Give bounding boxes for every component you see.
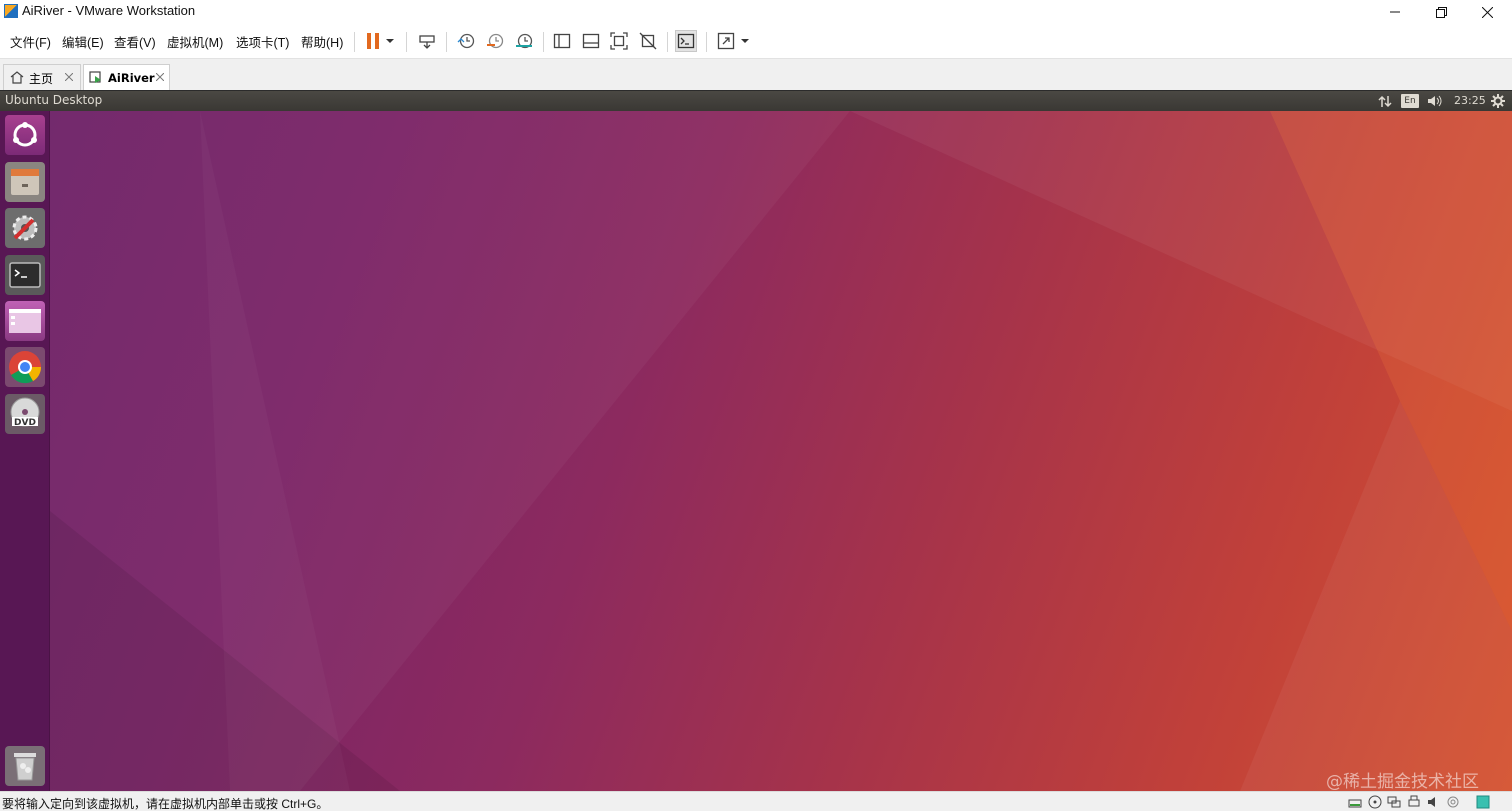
tab-home[interactable]: 主页: [3, 64, 81, 90]
window-title: AiRiver - VMware Workstation: [22, 3, 196, 18]
console-icon: [677, 33, 695, 49]
snapshot-manager-button[interactable]: [513, 30, 535, 52]
printer-icon[interactable]: [1407, 795, 1421, 809]
trash-icon: [14, 753, 36, 781]
pause-icon: [367, 33, 379, 49]
clock[interactable]: 23:25: [1454, 94, 1486, 107]
ubuntu-launcher: DVD: [0, 111, 50, 791]
ubuntu-panel-title: Ubuntu Desktop: [5, 93, 103, 107]
menu-help[interactable]: 帮助(H): [301, 32, 343, 51]
full-screen-button[interactable]: [608, 30, 630, 52]
toolbar-separator: [354, 32, 355, 52]
vmware-app-icon: [4, 4, 18, 18]
wallpaper-facets: [50, 111, 1512, 791]
files-icon: [11, 169, 39, 195]
restore-icon: [1435, 6, 1447, 18]
snapshot-button[interactable]: [455, 30, 477, 52]
dvd-icon: DVD: [10, 397, 40, 428]
menu-file[interactable]: 文件(F): [10, 32, 51, 51]
revert-snapshot-icon: [487, 33, 504, 49]
hard-disk-icon[interactable]: [1348, 795, 1362, 809]
send-ctrl-alt-del-button[interactable]: [416, 30, 438, 52]
software-icon: [9, 309, 41, 333]
status-bar: 要将输入定向到该虚拟机，请在虚拟机内部单击或按 Ctrl+G。: [0, 791, 1512, 811]
restore-button[interactable]: [1418, 0, 1464, 24]
vm-tab-icon: [89, 71, 101, 83]
power-dropdown[interactable]: [383, 30, 397, 52]
ubuntu-dash-icon: [13, 122, 37, 147]
stretch-icon: [717, 32, 735, 50]
unity-mode-icon: [639, 32, 657, 50]
minimize-icon: [1390, 11, 1400, 13]
toolbar-separator: [706, 32, 707, 52]
tab-airiver[interactable]: AiRiver: [83, 64, 170, 90]
status-message: 要将输入定向到该虚拟机，请在虚拟机内部单击或按 Ctrl+G。: [2, 797, 329, 811]
stretch-dropdown[interactable]: [739, 30, 751, 52]
toolbar-separator: [406, 32, 407, 52]
chrome-icon: [9, 351, 42, 384]
toolbar-separator: [446, 32, 447, 52]
volume-icon[interactable]: [1427, 95, 1443, 107]
stretch-view-button[interactable]: [715, 30, 737, 52]
ubuntu-top-panel: Ubuntu Desktop En 23:25: [0, 91, 1512, 111]
close-tab-icon[interactable]: [156, 73, 164, 81]
snapshot-clock-icon: [457, 33, 475, 49]
launcher-software[interactable]: [5, 301, 45, 341]
toolbar-separator: [543, 32, 544, 52]
terminal-icon: [9, 262, 41, 288]
show-library-button[interactable]: [551, 30, 573, 52]
menu-toolbar: 文件(F) 编辑(E) 查看(V) 虚拟机(M) 选项卡(T) 帮助(H): [0, 24, 1512, 58]
gear-icon[interactable]: [1491, 94, 1505, 108]
home-icon: [10, 71, 24, 84]
tab-label: 主页: [29, 72, 54, 86]
tab-label: AiRiver: [108, 71, 155, 85]
menu-edit[interactable]: 编辑(E): [62, 32, 104, 51]
launcher-trash[interactable]: [5, 746, 45, 786]
system-settings-icon: [12, 215, 38, 241]
launcher-system-settings[interactable]: [5, 208, 45, 248]
network-icon[interactable]: [1378, 95, 1392, 108]
launcher-terminal[interactable]: [5, 255, 45, 295]
minimize-button[interactable]: [1372, 0, 1418, 24]
close-icon: [1481, 6, 1493, 18]
close-tab-icon[interactable]: [65, 73, 73, 81]
cd-dvd-icon[interactable]: [1368, 795, 1382, 809]
thumbnail-layout-icon: [582, 33, 600, 49]
network-adapter-icon[interactable]: [1387, 795, 1401, 809]
launcher-files[interactable]: [5, 162, 45, 202]
show-thumbnail-button[interactable]: [580, 30, 602, 52]
usb-icon[interactable]: [1446, 795, 1460, 809]
launcher-dvd[interactable]: DVD: [5, 394, 45, 434]
revert-snapshot-button[interactable]: [484, 30, 506, 52]
menu-tabs[interactable]: 选项卡(T): [236, 32, 289, 51]
snapshot-manager-icon: [516, 33, 533, 49]
console-view-button[interactable]: [675, 30, 697, 52]
svg-text:DVD: DVD: [14, 418, 36, 428]
watermark: @稀土掘金技术社区: [1326, 772, 1479, 792]
toolbar-separator: [667, 32, 668, 52]
keyboard-send-icon: [419, 35, 435, 49]
chevron-down-icon: [386, 39, 394, 43]
sound-card-icon[interactable]: [1427, 795, 1441, 809]
keyboard-indicator[interactable]: En: [1401, 94, 1419, 108]
message-log-icon[interactable]: [1476, 795, 1490, 809]
chevron-down-icon: [741, 39, 749, 43]
close-button[interactable]: [1464, 0, 1510, 24]
unity-mode-button[interactable]: [637, 30, 659, 52]
launcher-chrome[interactable]: [5, 347, 45, 387]
library-layout-icon: [553, 33, 571, 49]
menu-vm[interactable]: 虚拟机(M): [167, 32, 223, 51]
pause-button[interactable]: [362, 30, 384, 52]
menu-view[interactable]: 查看(V): [114, 32, 156, 51]
launcher-dash[interactable]: [5, 115, 45, 155]
full-screen-icon: [610, 32, 628, 50]
title-bar: AiRiver - VMware Workstation: [0, 0, 1512, 24]
ubuntu-desktop-wallpaper[interactable]: [50, 111, 1512, 791]
tab-bar: 主页 AiRiver: [0, 58, 1512, 90]
